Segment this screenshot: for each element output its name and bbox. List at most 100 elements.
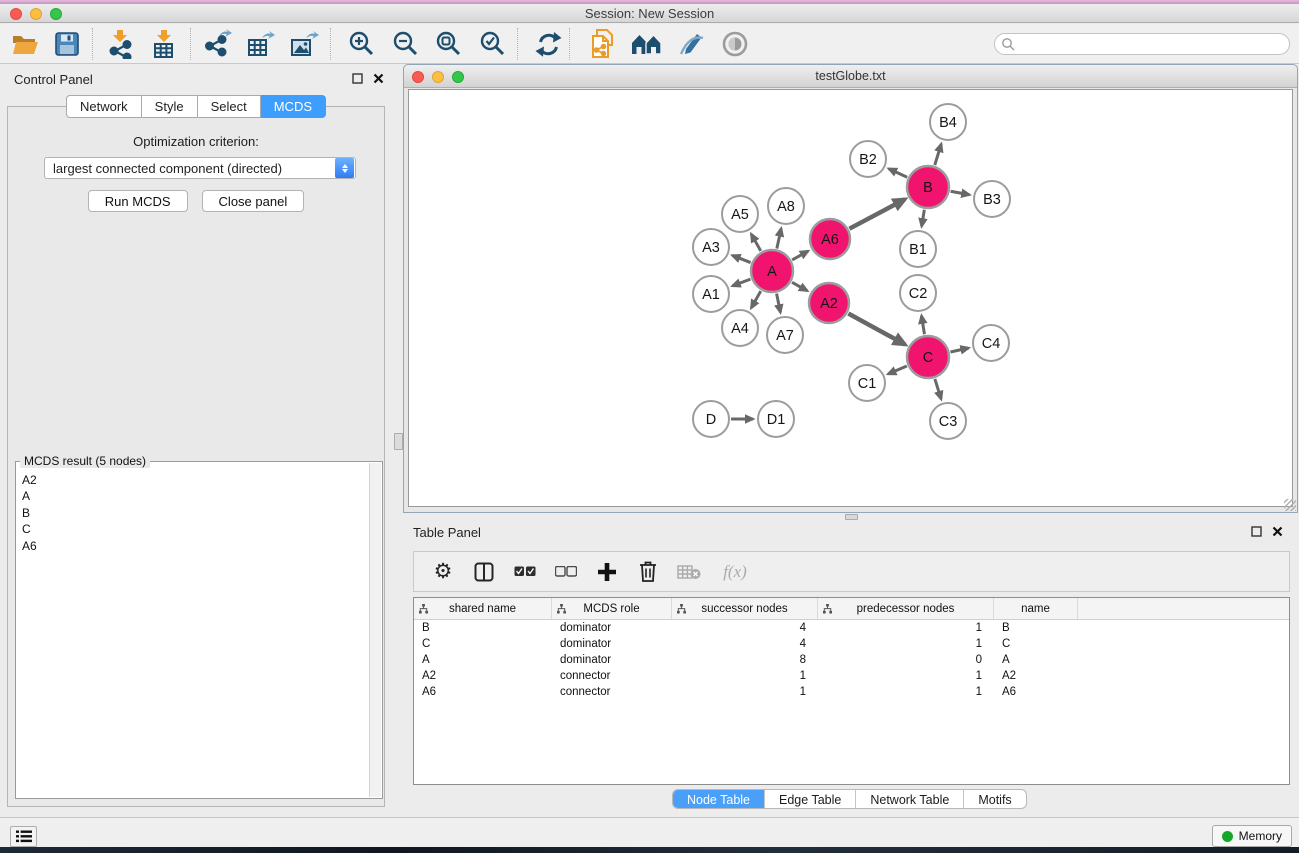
close-panel-icon[interactable] [1272, 526, 1283, 537]
task-history-button[interactable] [10, 826, 37, 847]
table-row[interactable]: A2connector11A2 [414, 668, 1289, 684]
tab-edge-table[interactable]: Edge Table [764, 790, 855, 808]
save-session-button[interactable] [48, 26, 86, 62]
table-cell[interactable]: A6 [414, 684, 552, 700]
tab-network-table[interactable]: Network Table [855, 790, 963, 808]
select-all-button[interactable] [513, 559, 537, 585]
run-mcds-button[interactable]: Run MCDS [88, 190, 188, 212]
table-cell[interactable]: 1 [672, 668, 818, 684]
column-header[interactable]: predecessor nodes [818, 598, 994, 619]
zoom-out-button[interactable] [384, 26, 426, 62]
graph-edge [950, 348, 968, 352]
search-input[interactable] [1016, 35, 1289, 53]
node-table-header: shared nameMCDS rolesuccessor nodesprede… [414, 598, 1289, 620]
table-cell[interactable]: 1 [672, 684, 818, 700]
zoom-fit-button[interactable] [427, 26, 469, 62]
zoom-selected-button[interactable] [471, 26, 513, 62]
tab-network[interactable]: Network [66, 95, 142, 118]
criterion-select[interactable]: largest connected component (directed) [44, 157, 356, 179]
open-session-button[interactable] [6, 26, 44, 62]
delete-table-button[interactable] [677, 559, 701, 585]
float-panel-icon[interactable] [1251, 526, 1262, 537]
table-settings-button[interactable]: ⚙ [431, 559, 455, 585]
memory-button[interactable]: Memory [1212, 825, 1292, 847]
table-row[interactable]: A6connector11A6 [414, 684, 1289, 700]
table-cell[interactable]: A2 [994, 668, 1078, 684]
export-image-icon [289, 29, 319, 59]
delete-column-button[interactable] [636, 559, 660, 585]
table-cell[interactable]: connector [552, 684, 672, 700]
table-cell[interactable]: A2 [414, 668, 552, 684]
table-cell[interactable]: A [414, 652, 552, 668]
graph-node-label: C1 [858, 376, 877, 392]
network-canvas[interactable]: AA1A2A3A4A5A6A7A8BB1B2B3B4CC1C2C3C4DD1 [408, 89, 1293, 507]
table-cell[interactable]: dominator [552, 620, 672, 636]
table-cell[interactable]: A6 [994, 684, 1078, 700]
table-cell[interactable]: A [994, 652, 1078, 668]
table-cell[interactable]: B [994, 620, 1078, 636]
table-cell[interactable]: 1 [818, 636, 994, 652]
hide-graphics-details-button[interactable] [670, 26, 712, 62]
table-panel-title: Table Panel [413, 525, 481, 540]
new-network-from-selection-button[interactable] [582, 26, 624, 62]
column-panel-button[interactable] [472, 559, 496, 585]
refresh-button[interactable] [528, 26, 568, 62]
deselect-all-button[interactable] [554, 559, 578, 585]
mcds-result-list[interactable]: A2ABCA6 [18, 464, 368, 796]
column-header[interactable]: successor nodes [672, 598, 818, 619]
column-header[interactable]: name [994, 598, 1078, 619]
tab-node-table[interactable]: Node Table [673, 790, 764, 808]
close-panel-button[interactable]: Close panel [202, 190, 305, 212]
toolbar-separator [569, 28, 570, 60]
export-table-button[interactable] [240, 26, 282, 62]
table-cell[interactable]: 1 [818, 684, 994, 700]
graph-node-label: B4 [939, 115, 957, 131]
graph-edge [777, 294, 781, 313]
show-graphics-details-button[interactable] [714, 26, 756, 62]
export-network-button[interactable] [198, 26, 240, 62]
graph-node-label: D [706, 412, 716, 428]
import-table-button[interactable] [143, 26, 185, 62]
table-cell[interactable]: 4 [672, 636, 818, 652]
table-cell[interactable]: 0 [818, 652, 994, 668]
graph-node-label: C4 [982, 336, 1001, 352]
toolbar-separator [92, 28, 93, 60]
window-resize-grip[interactable] [1284, 499, 1296, 511]
mcds-result-item[interactable]: A [22, 488, 368, 504]
column-header[interactable]: shared name [414, 598, 552, 619]
tab-motifs[interactable]: Motifs [963, 790, 1025, 808]
zoom-in-button[interactable] [340, 26, 382, 62]
ndex-home-button[interactable] [626, 26, 668, 62]
table-cell[interactable]: B [414, 620, 552, 636]
table-cell[interactable]: 4 [672, 620, 818, 636]
tab-style[interactable]: Style [142, 95, 198, 118]
close-panel-icon[interactable] [373, 73, 384, 84]
table-row[interactable]: Cdominator41C [414, 636, 1289, 652]
import-network-button[interactable] [100, 26, 142, 62]
mcds-result-scrollbar[interactable] [369, 463, 381, 797]
table-cell[interactable]: 1 [818, 668, 994, 684]
refresh-icon [535, 31, 562, 58]
mcds-result-item[interactable]: A2 [22, 472, 368, 488]
mcds-result-item[interactable]: A6 [22, 538, 368, 554]
add-column-button[interactable] [595, 559, 619, 585]
function-builder-button[interactable]: f(x) [718, 559, 752, 585]
table-cell[interactable]: dominator [552, 636, 672, 652]
table-cell[interactable]: C [414, 636, 552, 652]
mcds-result-item[interactable]: C [22, 521, 368, 537]
tab-mcds[interactable]: MCDS [261, 95, 326, 118]
network-window-titlebar[interactable]: testGlobe.txt [404, 65, 1297, 88]
export-image-button[interactable] [284, 26, 324, 62]
table-cell[interactable]: C [994, 636, 1078, 652]
mcds-result-item[interactable]: B [22, 505, 368, 521]
tab-select[interactable]: Select [198, 95, 261, 118]
table-cell[interactable]: 1 [818, 620, 994, 636]
column-header[interactable]: MCDS role [552, 598, 672, 619]
table-cell[interactable]: 8 [672, 652, 818, 668]
table-cell[interactable]: dominator [552, 652, 672, 668]
table-row[interactable]: Adominator80A [414, 652, 1289, 668]
table-row[interactable]: Bdominator41B [414, 620, 1289, 636]
float-panel-icon[interactable] [352, 73, 363, 84]
vertical-split-handle[interactable] [394, 433, 403, 450]
table-cell[interactable]: connector [552, 668, 672, 684]
